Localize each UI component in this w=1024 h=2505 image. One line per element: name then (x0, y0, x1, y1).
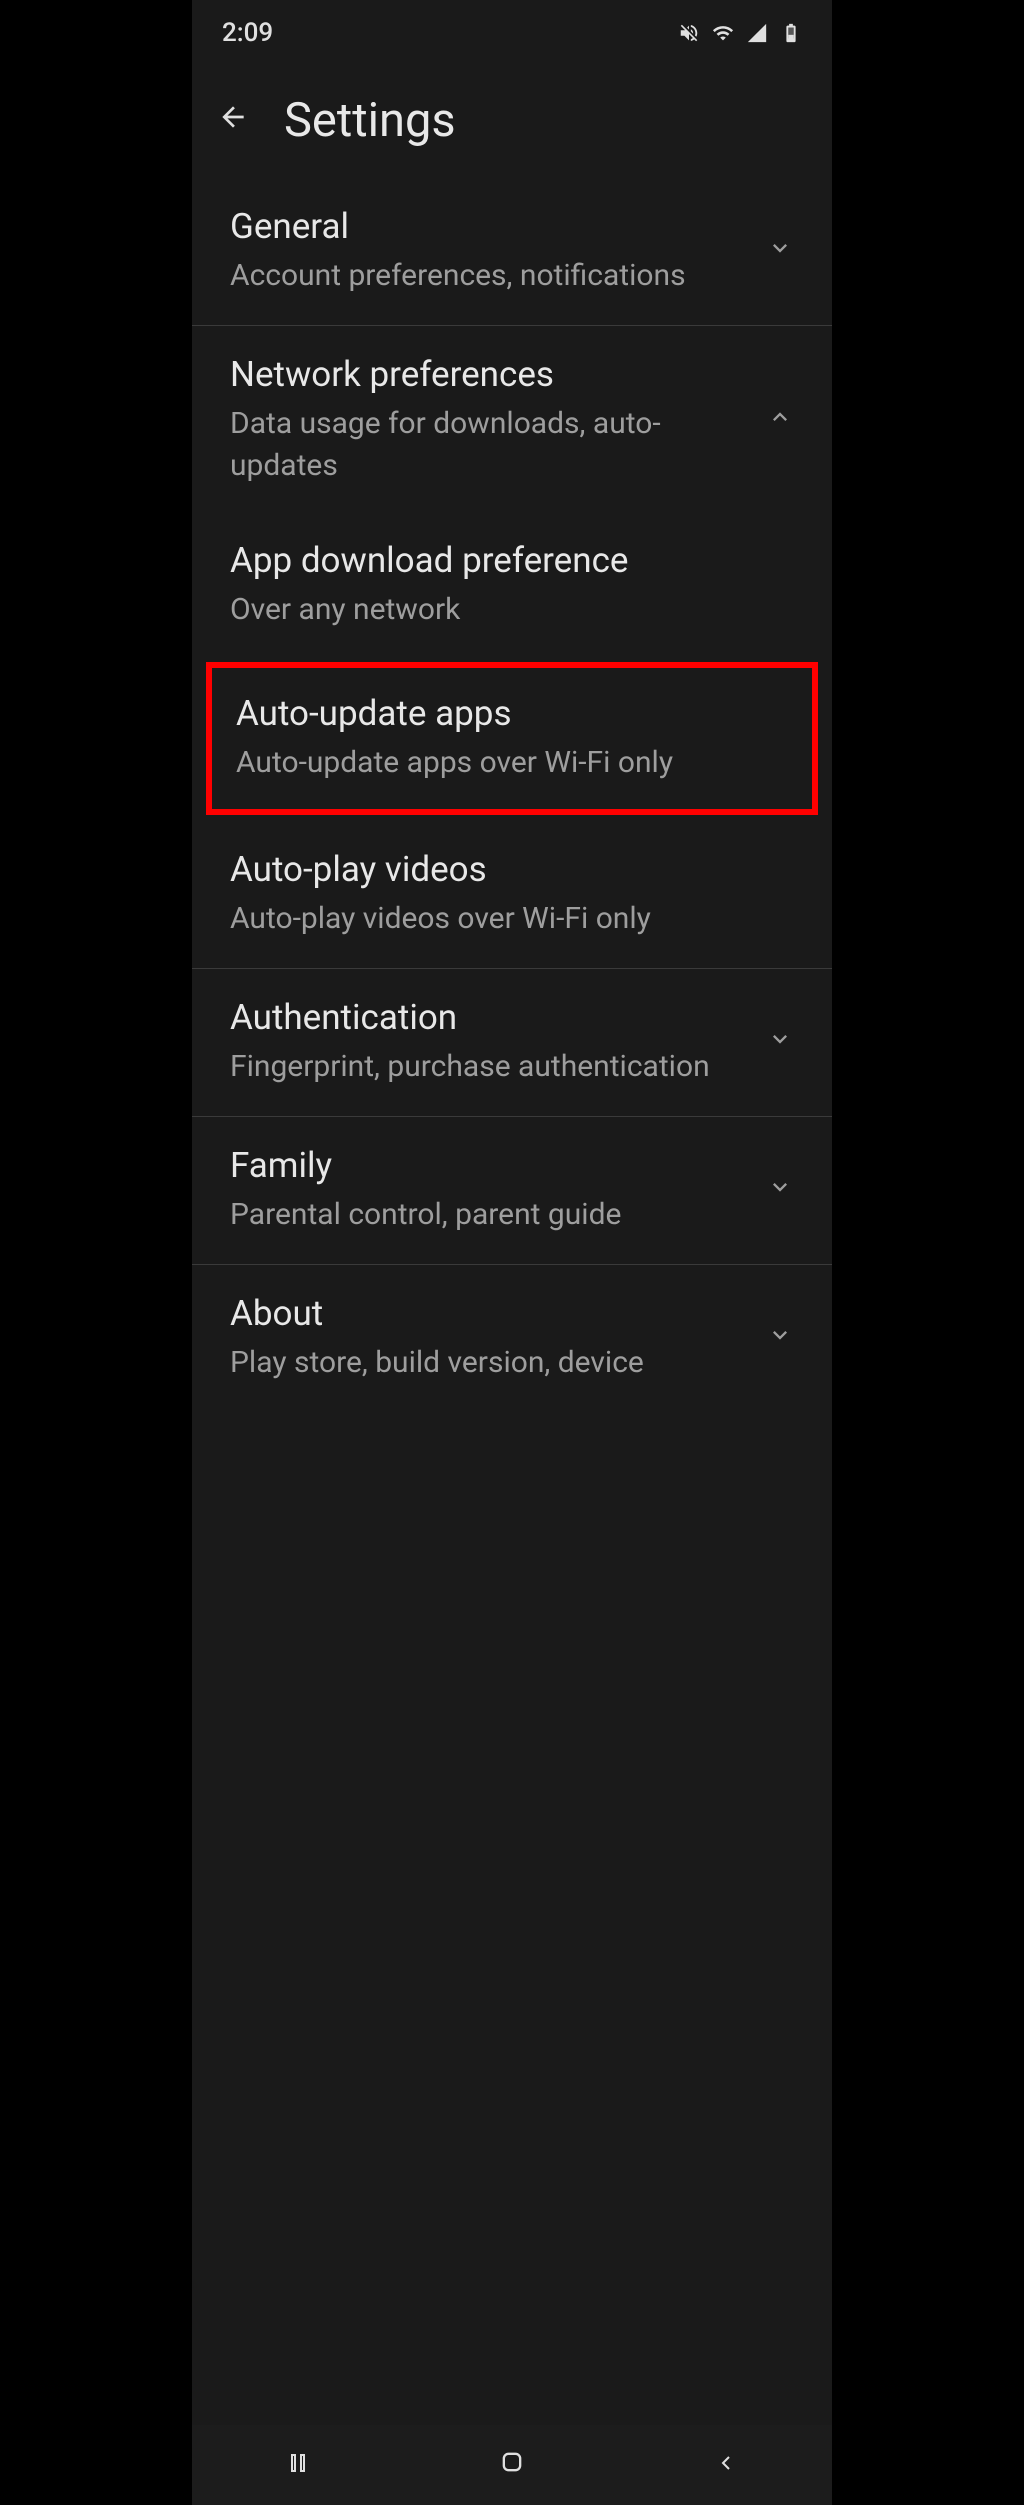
chevron-down-icon (766, 1025, 794, 1060)
status-bar: 2:09 (192, 0, 832, 58)
settings-item-auto-update[interactable]: Auto-update apps Auto-update apps over W… (206, 662, 818, 815)
nav-back-icon[interactable] (714, 2449, 738, 2482)
chevron-down-icon (766, 1173, 794, 1208)
settings-item-about[interactable]: About Play store, build version, device (192, 1265, 832, 1412)
signal-icon (746, 22, 768, 44)
item-subtitle: Auto-play videos over Wi-Fi only (230, 898, 794, 940)
nav-home-icon[interactable] (498, 2448, 526, 2483)
item-subtitle: Parental control, parent guide (230, 1194, 746, 1236)
status-time: 2:09 (222, 18, 273, 48)
page-title: Settings (284, 93, 456, 148)
item-title: Authentication (230, 997, 746, 1038)
item-subtitle: Over any network (230, 589, 794, 631)
item-subtitle: Auto-update apps over Wi-Fi only (236, 742, 788, 784)
item-subtitle: Account preferences, notifications (230, 255, 746, 297)
navigation-bar (192, 2425, 832, 2505)
settings-item-app-download[interactable]: App download preference Over any network (192, 515, 832, 656)
mute-icon (678, 22, 700, 44)
settings-item-auto-play[interactable]: Auto-play videos Auto-play videos over W… (192, 821, 832, 969)
item-title: Family (230, 1145, 746, 1186)
item-title: About (230, 1293, 746, 1334)
settings-item-family[interactable]: Family Parental control, parent guide (192, 1117, 832, 1265)
chevron-down-icon (766, 234, 794, 269)
chevron-down-icon (766, 1321, 794, 1356)
settings-list: General Account preferences, notificatio… (192, 178, 832, 1412)
wifi-icon (712, 22, 734, 44)
item-title: Network preferences (230, 354, 746, 395)
settings-item-general[interactable]: General Account preferences, notificatio… (192, 178, 832, 326)
settings-item-network[interactable]: Network preferences Data usage for downl… (192, 326, 832, 515)
item-title: Auto-update apps (236, 693, 788, 734)
chevron-up-icon (766, 403, 794, 438)
item-title: Auto-play videos (230, 849, 794, 890)
nav-recent-icon[interactable] (286, 2449, 310, 2482)
item-title: General (230, 206, 746, 247)
header: Settings (192, 58, 832, 178)
item-title: App download preference (230, 540, 794, 581)
back-arrow-icon[interactable] (217, 101, 249, 141)
battery-icon (780, 22, 802, 44)
item-subtitle: Fingerprint, purchase authentication (230, 1046, 746, 1088)
settings-item-authentication[interactable]: Authentication Fingerprint, purchase aut… (192, 969, 832, 1117)
item-subtitle: Data usage for downloads, auto-updates (230, 403, 746, 487)
status-icons (678, 22, 802, 44)
item-subtitle: Play store, build version, device (230, 1342, 746, 1384)
